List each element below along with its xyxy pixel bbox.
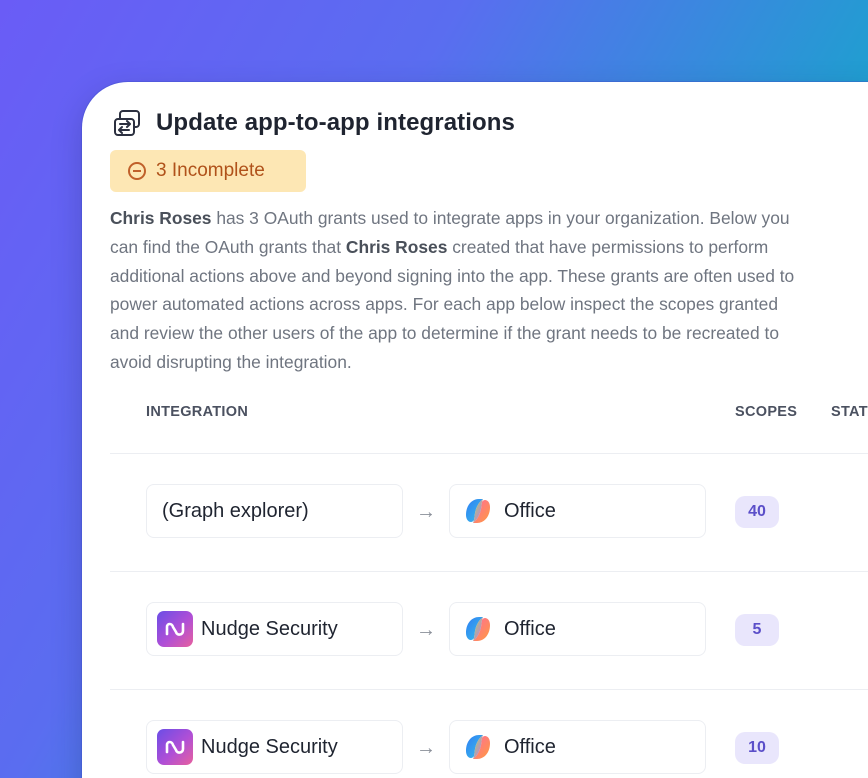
- column-header-scopes[interactable]: SCOPES: [735, 404, 797, 420]
- row-divider: [110, 689, 868, 690]
- description-text: and review the other users of the app to…: [110, 323, 779, 344]
- scopes-count-badge[interactable]: 40: [735, 496, 779, 528]
- source-app-name: (Graph explorer): [162, 499, 309, 522]
- nudge-security-icon: [157, 729, 193, 765]
- arrow-right-icon: →: [416, 737, 436, 759]
- column-header-status[interactable]: STATUS: [831, 404, 868, 420]
- arrow-right-icon: →: [416, 501, 436, 523]
- task-card: Update app-to-app integrations 3 Incompl…: [82, 82, 868, 778]
- destination-app[interactable]: Office: [449, 720, 706, 774]
- destination-app-name: Office: [504, 617, 556, 640]
- scopes-count-badge[interactable]: 10: [735, 732, 779, 764]
- destination-app-name: Office: [504, 735, 556, 758]
- status-badge: 3 Incomplete: [110, 150, 306, 192]
- status-badge-label: 3 Incomplete: [156, 160, 265, 181]
- source-app[interactable]: (Graph explorer): [146, 484, 403, 538]
- arrow-right-icon: →: [416, 619, 436, 641]
- minus-circle-icon: [128, 162, 146, 180]
- title-row: Update app-to-app integrations: [112, 108, 515, 138]
- destination-app[interactable]: Office: [449, 602, 706, 656]
- scopes-count-badge[interactable]: 5: [735, 614, 779, 646]
- table-row[interactable]: Nudge Security → Office 10: [82, 720, 868, 776]
- source-app-name: Nudge Security: [201, 617, 338, 640]
- nudge-security-icon: [157, 611, 193, 647]
- description-text: created that have permissions to perform: [447, 236, 769, 257]
- destination-app-name: Office: [504, 499, 556, 522]
- description-text: avoid disrupting the integration.: [110, 351, 352, 372]
- source-app[interactable]: Nudge Security: [146, 720, 403, 774]
- description-text: power automated actions across apps. For…: [110, 294, 779, 315]
- column-header-integration[interactable]: INTEGRATION: [146, 404, 248, 420]
- copilot-icon: [466, 735, 490, 759]
- copilot-icon: [466, 617, 490, 641]
- copilot-icon: [466, 499, 490, 523]
- user-name: Chris Roses: [110, 208, 212, 228]
- destination-app[interactable]: Office: [449, 484, 706, 538]
- source-app[interactable]: Nudge Security: [146, 602, 403, 656]
- row-divider: [110, 453, 868, 454]
- row-divider: [110, 571, 868, 572]
- description: Chris Roses has 3 OAuth grants used to i…: [110, 204, 868, 377]
- user-name: Chris Roses: [345, 236, 448, 257]
- table-row[interactable]: (Graph explorer) → Office 40: [82, 484, 868, 540]
- swap-arrows-icon: [114, 110, 140, 136]
- description-text: additional actions above and beyond sign…: [110, 265, 795, 286]
- description-text: has 3 OAuth grants used to integrate app…: [211, 208, 790, 228]
- page-title: Update app-to-app integrations: [156, 109, 515, 136]
- table-row[interactable]: Nudge Security → Office 5: [82, 602, 868, 658]
- description-text: can find the OAuth grants that: [110, 236, 346, 257]
- source-app-name: Nudge Security: [201, 735, 338, 758]
